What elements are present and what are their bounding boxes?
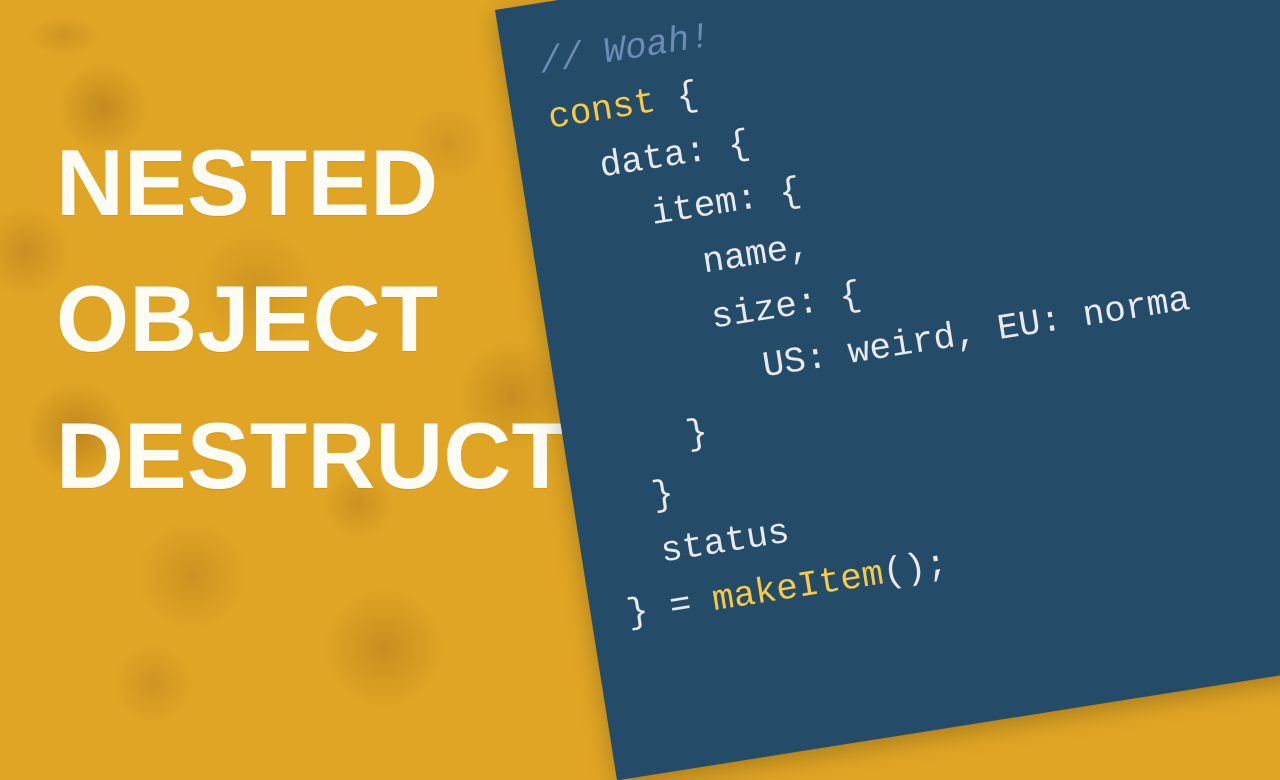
brace-open: {	[652, 74, 701, 121]
fn-call: ();	[880, 543, 950, 594]
comment-slash: //	[537, 33, 607, 84]
code-card: // Woah! const { data: { item: { name, s…	[495, 0, 1280, 780]
keyword-const: const	[545, 81, 658, 138]
comment-text: Woah!	[601, 16, 714, 73]
close-brace-eq: } =	[624, 580, 716, 634]
